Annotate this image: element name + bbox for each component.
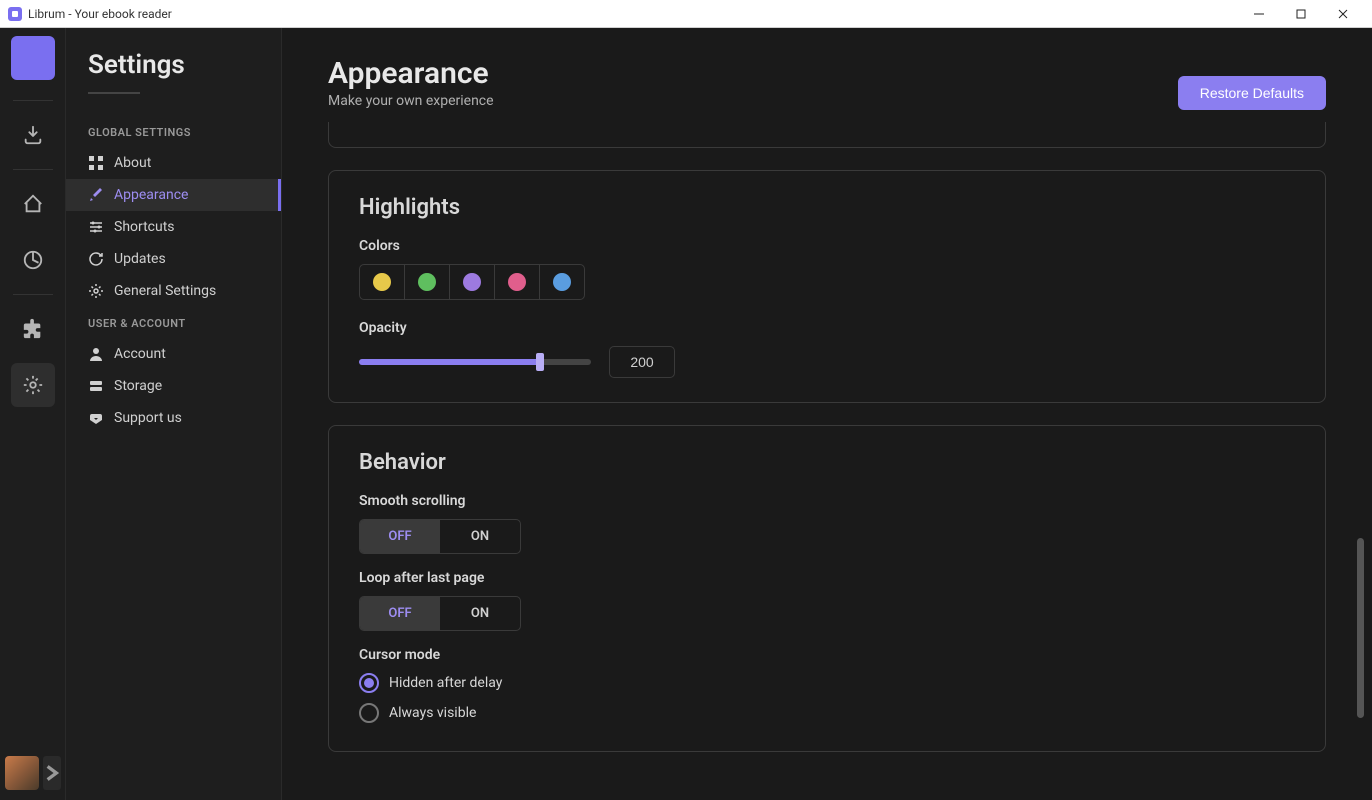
behavior-title: Behavior	[359, 450, 1295, 475]
loop-off[interactable]: OFF	[360, 597, 440, 630]
page-subtitle: Make your own experience	[328, 93, 494, 109]
page-title: Appearance	[328, 56, 494, 91]
nav-account[interactable]: Account	[66, 338, 281, 370]
cursor-label: Cursor mode	[359, 647, 1295, 663]
highlights-title: Highlights	[359, 195, 1295, 220]
colors-label: Colors	[359, 238, 1295, 254]
nav-label: Storage	[114, 378, 162, 394]
section-header-user: USER & ACCOUNT	[66, 307, 281, 338]
nav-storage[interactable]: Storage	[66, 370, 281, 402]
avatar-expand[interactable]	[43, 756, 61, 790]
nav-label: About	[114, 155, 151, 171]
storage-icon	[88, 378, 104, 394]
refresh-icon	[88, 251, 104, 267]
nav-shortcuts[interactable]: Shortcuts	[66, 211, 281, 243]
rail-addons[interactable]	[11, 307, 55, 351]
nav-label: Updates	[114, 251, 166, 267]
smooth-off[interactable]: OFF	[360, 520, 440, 553]
color-swatches	[359, 264, 1295, 300]
radio-visible-label: Always visible	[389, 705, 476, 721]
smooth-label: Smooth scrolling	[359, 493, 1295, 509]
behavior-card: Behavior Smooth scrolling OFF ON Loop af…	[328, 425, 1326, 752]
grid-icon	[88, 155, 104, 171]
minimize-button[interactable]	[1238, 0, 1280, 28]
radio-visible[interactable]	[359, 703, 379, 723]
icon-rail	[0, 28, 66, 800]
section-header-global: GLOBAL SETTINGS	[66, 116, 281, 147]
loop-on[interactable]: ON	[440, 597, 520, 630]
opacity-input[interactable]	[609, 346, 675, 378]
app-icon	[8, 7, 22, 21]
settings-sidebar: Settings GLOBAL SETTINGS About Appearanc…	[66, 28, 282, 800]
previous-card-cutoff	[328, 122, 1326, 148]
user-icon	[88, 346, 104, 362]
rail-settings[interactable]	[11, 363, 55, 407]
loop-toggle: OFF ON	[359, 596, 521, 631]
radio-hidden-label: Hidden after delay	[389, 675, 502, 691]
maximize-button[interactable]	[1280, 0, 1322, 28]
smooth-toggle: OFF ON	[359, 519, 521, 554]
rail-download[interactable]	[11, 113, 55, 157]
nav-about[interactable]: About	[66, 147, 281, 179]
nav-general[interactable]: General Settings	[66, 275, 281, 307]
sliders-icon	[88, 219, 104, 235]
color-swatch-green[interactable]	[404, 264, 450, 300]
window-title: Librum - Your ebook reader	[28, 7, 172, 21]
loop-label: Loop after last page	[359, 570, 1295, 586]
color-swatch-pink[interactable]	[494, 264, 540, 300]
color-swatch-yellow[interactable]	[359, 264, 405, 300]
nav-label: Appearance	[114, 187, 188, 203]
brush-icon	[88, 187, 104, 203]
restore-defaults-button[interactable]: Restore Defaults	[1178, 76, 1326, 110]
heart-icon	[88, 410, 104, 426]
content-area: Appearance Make your own experience Rest…	[282, 28, 1372, 800]
scrollbar-thumb[interactable]	[1357, 538, 1364, 718]
gear-icon	[88, 283, 104, 299]
nav-appearance[interactable]: Appearance	[66, 179, 281, 211]
cursor-visible-row[interactable]: Always visible	[359, 703, 1295, 723]
nav-label: General Settings	[114, 283, 216, 299]
nav-label: Shortcuts	[114, 219, 175, 235]
smooth-on[interactable]: ON	[440, 520, 520, 553]
rail-home[interactable]	[11, 182, 55, 226]
avatar[interactable]	[5, 756, 39, 790]
cursor-hidden-row[interactable]: Hidden after delay	[359, 673, 1295, 693]
opacity-slider[interactable]	[359, 359, 591, 365]
nav-label: Account	[114, 346, 166, 362]
rail-stats[interactable]	[11, 238, 55, 282]
radio-hidden[interactable]	[359, 673, 379, 693]
slider-thumb[interactable]	[536, 353, 544, 371]
close-button[interactable]	[1322, 0, 1364, 28]
color-swatch-blue[interactable]	[539, 264, 585, 300]
opacity-label: Opacity	[359, 320, 1295, 336]
nav-updates[interactable]: Updates	[66, 243, 281, 275]
title-bar: Librum - Your ebook reader	[0, 0, 1372, 28]
color-swatch-purple[interactable]	[449, 264, 495, 300]
nav-support[interactable]: Support us	[66, 402, 281, 434]
highlights-card: Highlights Colors Opacity	[328, 170, 1326, 403]
sidebar-title: Settings	[66, 50, 281, 80]
nav-label: Support us	[114, 410, 182, 426]
app-logo[interactable]	[11, 36, 55, 80]
